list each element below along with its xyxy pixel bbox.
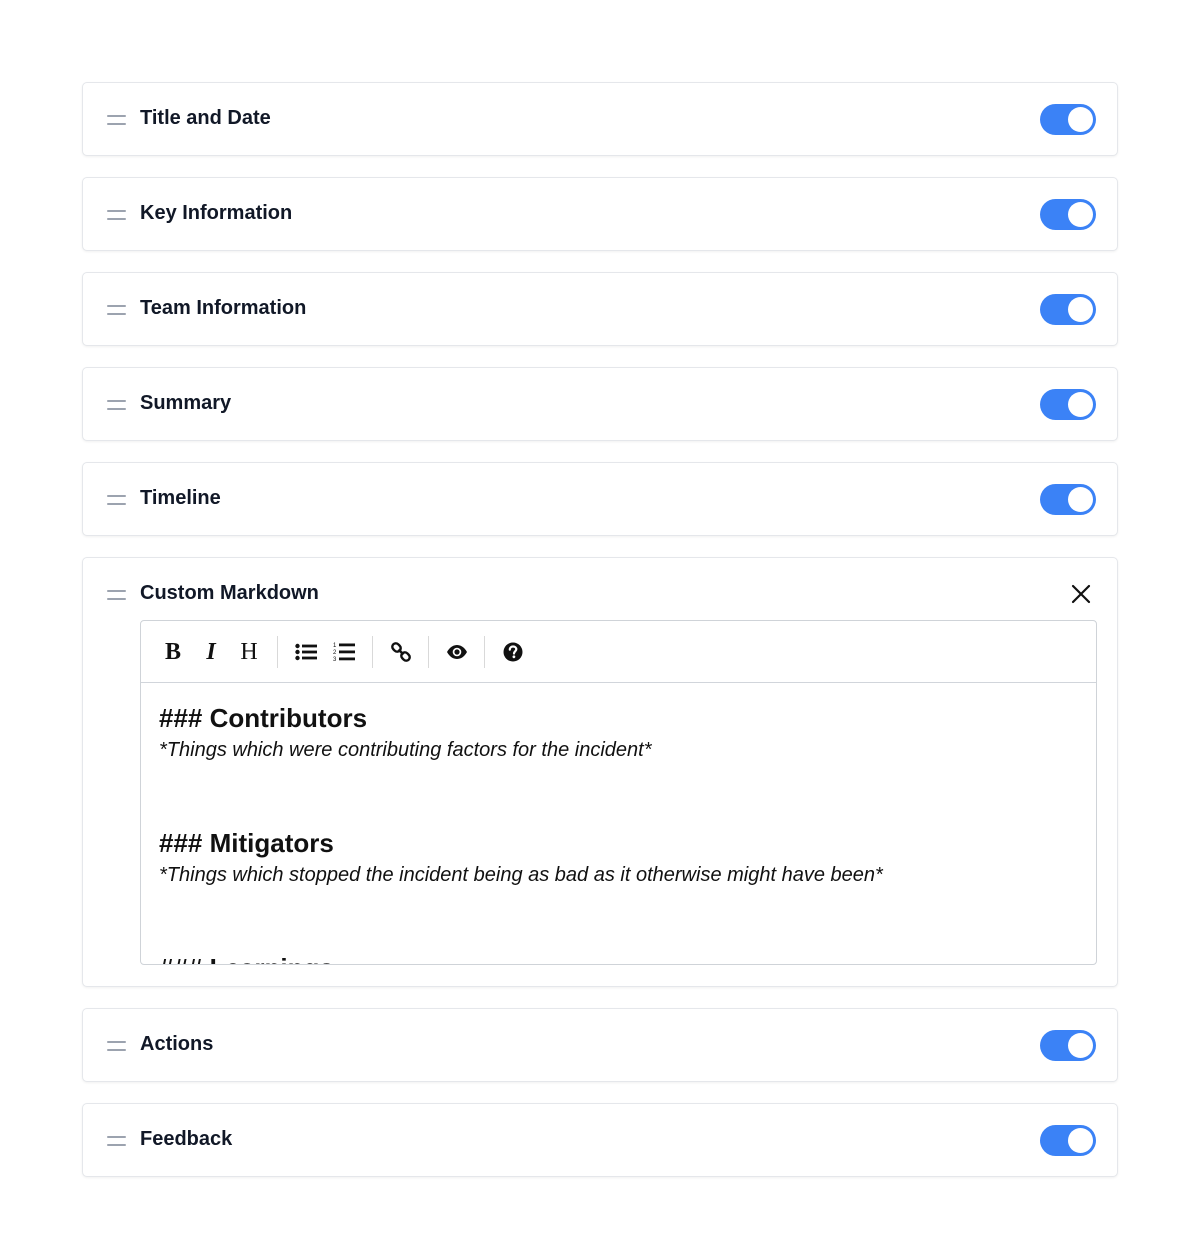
markdown-heading: ### Mitigators [159,828,334,858]
section-toggle[interactable] [1040,294,1096,325]
drag-handle-icon[interactable] [107,305,126,315]
heading-label: H [240,638,258,665]
toggle-knob [1068,1033,1093,1058]
editor-content[interactable]: ### Contributors *Things which were cont… [159,701,1079,964]
section-card-custom-markdown: Custom Markdown B I H 1 2 3 ### Contribu… [82,557,1118,987]
section-toggle[interactable] [1040,1030,1096,1061]
markdown-heading: ### Learnings [159,951,1079,964]
section-label: Timeline [140,487,221,509]
toggle-knob [1068,1128,1093,1153]
section-label: Summary [140,392,232,414]
markdown-text: *Things which were contributing factors … [159,739,652,761]
eye-icon[interactable] [442,637,472,667]
section-label: Key Information [140,202,293,224]
toggle-knob [1068,202,1093,227]
italic-button[interactable]: I [196,637,226,667]
editor-toolbar: B I H 1 2 3 [141,621,1096,683]
drag-handle-icon[interactable] [107,210,126,220]
toggle-knob [1068,107,1093,132]
bold-label: B [164,638,181,665]
close-icon[interactable] [1069,582,1093,606]
drag-handle-icon[interactable] [107,495,126,505]
section-list: Title and Date Key Information Team Info… [82,82,1118,1198]
drag-handle-icon[interactable] [107,115,126,125]
toggle-knob [1068,297,1093,322]
section-label: Team Information [140,297,307,319]
toggle-knob [1068,392,1093,417]
italic-label: I [206,638,216,665]
section-toggle[interactable] [1040,199,1096,230]
bullet-list-icon[interactable] [291,637,321,667]
section-toggle[interactable] [1040,484,1096,515]
heading-button[interactable]: H [234,637,264,667]
section-card-title-and-date: Title and Date [82,82,1118,156]
section-card-key-information: Key Information [82,177,1118,251]
section-card-feedback: Feedback [82,1103,1118,1177]
section-label: Feedback [140,1128,233,1150]
section-card-team-information: Team Information [82,272,1118,346]
toolbar-divider [484,636,485,668]
toolbar-divider [372,636,373,668]
section-toggle[interactable] [1040,389,1096,420]
drag-handle-icon[interactable] [107,400,126,410]
drag-handle-icon[interactable] [107,1041,126,1051]
section-label: Custom Markdown [140,582,319,604]
numbered-list-icon[interactable]: 1 2 3 [329,637,359,667]
section-card-timeline: Timeline [82,462,1118,536]
drag-handle-icon[interactable] [107,590,126,600]
section-card-actions: Actions [82,1008,1118,1082]
question-circle-icon[interactable] [498,637,528,667]
svg-text:3: 3 [333,657,337,663]
toolbar-divider [428,636,429,668]
markdown-heading: ### Contributors [159,703,368,733]
toolbar-divider [277,636,278,668]
svg-text:2: 2 [333,650,337,656]
section-toggle[interactable] [1040,1125,1096,1156]
link-icon[interactable] [386,637,416,667]
markdown-editor[interactable]: B I H 1 2 3 ### Contributors *Things whi… [140,620,1097,965]
section-toggle[interactable] [1040,104,1096,135]
section-card-summary: Summary [82,367,1118,441]
svg-text:1: 1 [333,643,337,649]
drag-handle-icon[interactable] [107,1136,126,1146]
section-label: Actions [140,1033,214,1055]
bold-button[interactable]: B [158,637,188,667]
markdown-text: *Things which stopped the incident being… [159,864,883,886]
toggle-knob [1068,487,1093,512]
section-label: Title and Date [140,107,271,129]
